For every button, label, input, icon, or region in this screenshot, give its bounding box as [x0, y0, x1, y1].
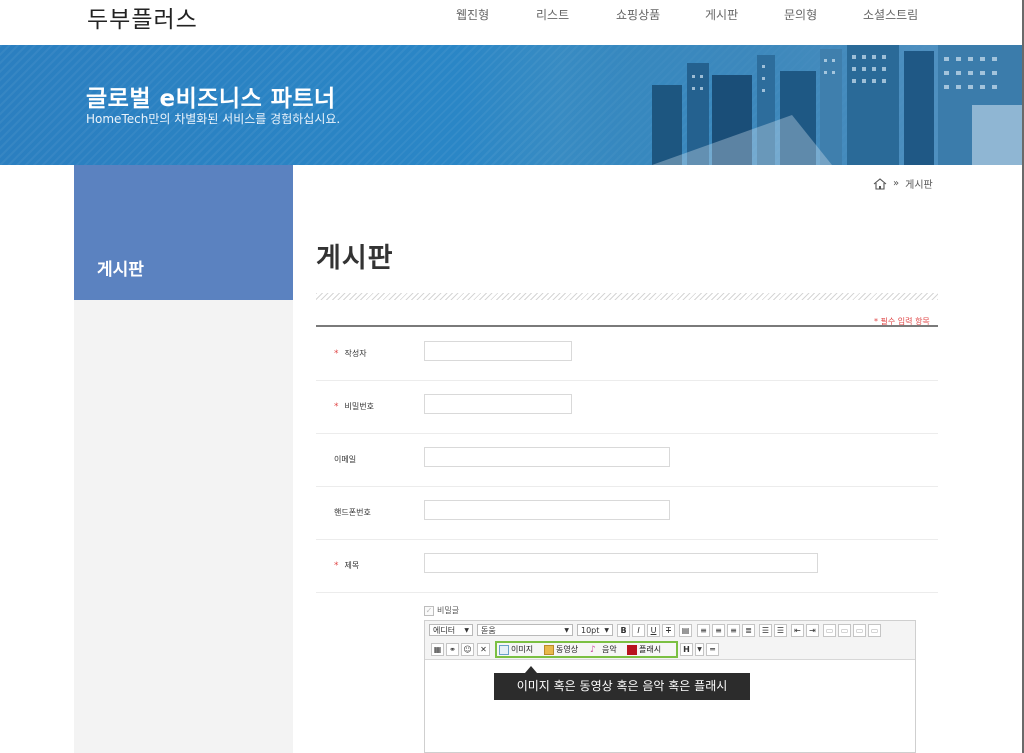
editor-toolbar-row-1: 에디터 ▼ 돋움 ▼ 10pt ▼ B I U T ▤ ≡ ≡ ≡ ≣ ☰ ☰ ⇤ ⇥… [425, 621, 915, 641]
breadcrumb: » 게시판 [873, 176, 933, 191]
media-buttons-highlight: 이미지 동영상 ♪ 음악 플래시 [495, 641, 678, 658]
required-star: * [334, 560, 339, 571]
chevron-down-icon: ▼ [464, 627, 469, 634]
field-label: 이메일 [334, 455, 357, 464]
breadcrumb-separator: » [893, 178, 900, 189]
image-icon [499, 645, 509, 655]
video-icon [544, 645, 554, 655]
nav-item-board[interactable]: 게시판 [705, 6, 738, 23]
nav-item-social[interactable]: 소셜스트림 [863, 6, 918, 23]
hero-banner: 글로벌 e비즈니스 파트너 HomeTech만의 차별화된 서비스를 경험하십시… [0, 45, 1022, 165]
sidebar-header: 게시판 [74, 165, 293, 300]
flash-icon [627, 645, 637, 655]
sidebar-title: 게시판 [97, 260, 144, 280]
secret-post-option: ✓ 비밀글 [424, 605, 459, 616]
form-row-subject: * 제목 [316, 539, 938, 593]
media-tooltip: 이미지 혹은 동영상 혹은 음악 혹은 플래시 [494, 673, 750, 700]
nav-item-list[interactable]: 리스트 [536, 6, 569, 23]
title-divider [316, 293, 938, 300]
site-header: 두부플러스 웹진형 리스트 쇼핑상품 게시판 문의형 소셜스트림 [0, 0, 1022, 46]
page-title: 게시판 [316, 243, 394, 274]
banner-subtitle: HomeTech만의 차별화된 서비스를 경험하십시요. [86, 112, 341, 126]
font-family-select[interactable]: 돋움 ▼ [477, 624, 573, 636]
block-right-icon[interactable]: ▭ [868, 624, 881, 637]
block-center-icon[interactable]: ▭ [853, 624, 866, 637]
horizontal-rule-icon[interactable]: ═ [706, 643, 719, 656]
field-label: 제목 [344, 561, 360, 570]
nav-item-webzine[interactable]: 웹진형 [456, 6, 489, 23]
heading-dropdown-icon[interactable]: ▼ [695, 643, 704, 656]
banner-title: 글로벌 e비즈니스 파트너 [86, 86, 336, 112]
align-center-icon[interactable]: ≡ [712, 624, 725, 637]
form-row-email: 이메일 [316, 433, 938, 487]
outdent-icon[interactable]: ⇤ [791, 624, 804, 637]
home-icon[interactable] [873, 177, 887, 190]
special-char-icon[interactable]: ✕ [477, 643, 490, 656]
form-row-phone: 핸드폰번호 [316, 486, 938, 540]
heading-button[interactable]: H [680, 643, 693, 656]
insert-flash-button[interactable]: 플래시 [627, 644, 661, 656]
password-input[interactable] [424, 394, 572, 414]
field-label: 핸드폰번호 [334, 508, 371, 517]
ordered-list-icon[interactable]: ☰ [759, 624, 772, 637]
emoticon-icon[interactable]: ☺ [461, 643, 474, 656]
nav-item-inquiry[interactable]: 문의형 [784, 6, 817, 23]
insert-music-button[interactable]: ♪ 음악 [590, 644, 617, 656]
italic-button[interactable]: I [632, 624, 645, 637]
city-skyline-image [502, 45, 1022, 165]
font-size-select[interactable]: 10pt ▼ [577, 624, 613, 636]
author-input[interactable] [424, 341, 572, 361]
form-row-password: * 비밀번호 [316, 380, 938, 434]
chevron-down-icon: ▼ [564, 627, 569, 634]
form-row-author: * 작성자 [316, 327, 938, 381]
required-star: * [334, 401, 339, 412]
align-left-icon[interactable]: ≡ [697, 624, 710, 637]
field-label: 작성자 [344, 349, 367, 358]
required-star: * [334, 348, 339, 359]
underline-button[interactable]: U [647, 624, 660, 637]
insert-video-button[interactable]: 동영상 [544, 644, 578, 656]
secret-checkbox[interactable]: ✓ [424, 605, 434, 616]
secret-label: 비밀글 [437, 606, 460, 615]
strike-button[interactable]: T [662, 624, 675, 637]
sidebar: 게시판 [74, 165, 293, 753]
chevron-down-icon: ▼ [604, 627, 609, 634]
breadcrumb-current[interactable]: 게시판 [905, 176, 933, 191]
unordered-list-icon[interactable]: ☰ [774, 624, 787, 637]
email-input[interactable] [424, 447, 670, 467]
link-icon[interactable]: ⚭ [446, 643, 459, 656]
nav-item-shopping[interactable]: 쇼핑상품 [616, 6, 660, 23]
phone-input[interactable] [424, 500, 670, 520]
music-icon: ♪ [590, 645, 596, 655]
tooltip-arrow [525, 666, 537, 673]
text-color-icon[interactable]: ▤ [679, 624, 692, 637]
editor-toolbar-row-2: ▦ ⚭ ☺ ✕ 이미지 동영상 ♪ 음악 플래시 H ▼ ═ [425, 640, 915, 660]
table-icon[interactable]: ▭ [823, 624, 836, 637]
insert-image-button[interactable]: 이미지 [499, 644, 533, 656]
align-right-icon[interactable]: ≡ [727, 624, 740, 637]
indent-icon[interactable]: ⇥ [806, 624, 819, 637]
field-label: 비밀번호 [344, 402, 374, 411]
align-justify-icon[interactable]: ≣ [742, 624, 755, 637]
block-left-icon[interactable]: ▭ [838, 624, 851, 637]
table-insert-icon[interactable]: ▦ [431, 643, 444, 656]
site-logo[interactable]: 두부플러스 [87, 0, 198, 34]
bold-button[interactable]: B [617, 624, 630, 637]
editor-mode-select[interactable]: 에디터 ▼ [429, 624, 473, 636]
subject-input[interactable] [424, 553, 818, 573]
